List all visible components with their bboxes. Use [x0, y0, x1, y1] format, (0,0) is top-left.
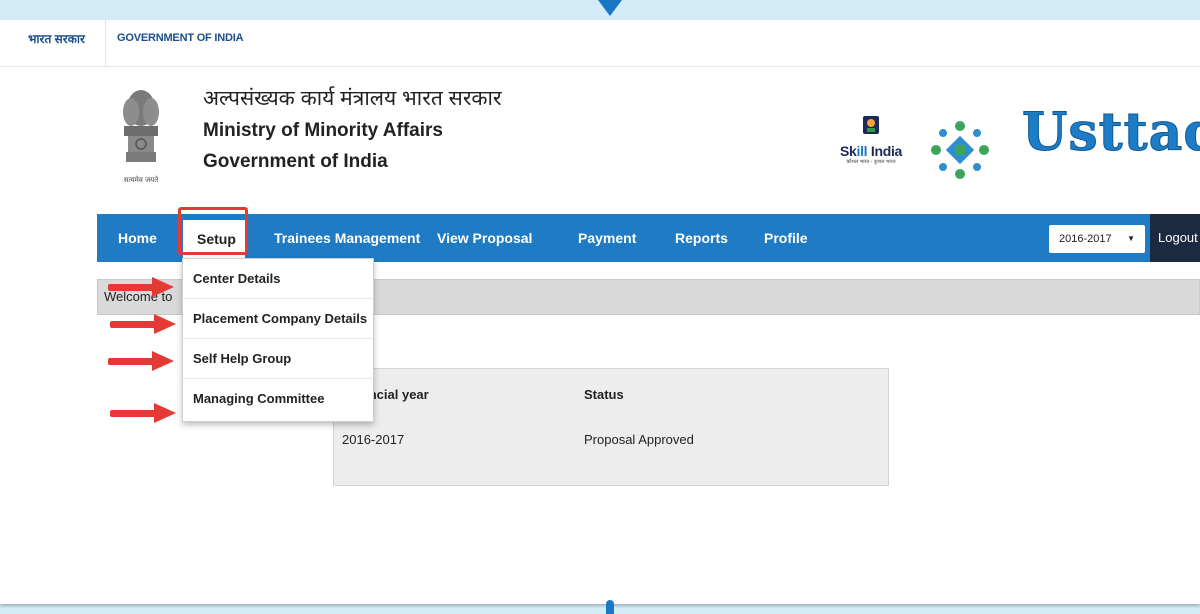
ministry-english-title: Ministry of Minority Affairs [203, 120, 443, 141]
skill-india-india: India [867, 143, 903, 159]
usttad-brand: Usttad [1022, 102, 1200, 164]
skill-india-logo: Skill India कौशल भारत - कुशल भारत [838, 114, 904, 178]
logout-button[interactable]: Logout [1150, 214, 1200, 262]
chevron-down-icon: ▼ [1127, 234, 1135, 243]
column-header-status: Status [584, 387, 624, 402]
gov-bar-divider [105, 20, 106, 66]
top-marker [598, 0, 622, 16]
gov-english-link[interactable]: GOVERNMENT OF INDIA [117, 32, 244, 44]
skill-india-wordmark: Skill India [838, 143, 904, 159]
financial-year-value: 2016-2017 [1059, 233, 1112, 245]
government-subtitle: Government of India [203, 151, 388, 172]
menu-item-managing-committee[interactable]: Managing Committee [183, 379, 373, 419]
bottom-marker [606, 600, 614, 614]
nav-trainees-management[interactable]: Trainees Management [274, 214, 420, 262]
ministry-hindi-title: अल्पसंख्यक कार्य मंत्रालय भारत सरकार [203, 87, 502, 110]
browser-page: भारत सरकार GOVERNMENT OF INDIA सत्यमेव ज… [0, 20, 1200, 604]
skill-india-logo-icon [863, 116, 879, 134]
proposal-status-table: Financial year Status 2016-2017 Proposal… [333, 368, 889, 486]
usttad-mark-icon [931, 121, 989, 179]
menu-item-placement-company-details[interactable]: Placement Company Details [183, 299, 373, 339]
skill-india-tagline: कौशल भारत - कुशल भारत [846, 159, 896, 165]
emblem-caption: सत्यमेव जयते [124, 175, 159, 184]
nav-home[interactable]: Home [118, 214, 157, 262]
gov-hindi-link[interactable]: भारत सरकार [28, 30, 85, 47]
nav-payment[interactable]: Payment [578, 214, 636, 262]
table-cell-status: Proposal Approved [584, 432, 694, 447]
table-cell-year: 2016-2017 [342, 432, 405, 447]
menu-item-center-details[interactable]: Center Details [183, 259, 373, 299]
financial-year-select[interactable]: 2016-2017 ▼ [1049, 225, 1145, 253]
skill-india-ill: ill [856, 143, 868, 159]
setup-highlight [178, 207, 248, 255]
nav-reports[interactable]: Reports [675, 214, 728, 262]
ashoka-emblem-icon: सत्यमेव जयते [123, 90, 159, 184]
nav-view-proposal[interactable]: View Proposal [437, 214, 532, 262]
skill-india-sk: Sk [839, 143, 857, 159]
government-bar: भारत सरकार GOVERNMENT OF INDIA [0, 20, 1200, 67]
red-arrow-icon [108, 351, 174, 371]
red-arrow-icon [108, 277, 174, 297]
setup-dropdown-menu: Center Details Placement Company Details… [182, 258, 374, 422]
menu-item-self-help-group[interactable]: Self Help Group [183, 339, 373, 379]
red-arrow-icon [110, 314, 176, 334]
red-arrow-icon [110, 403, 176, 423]
nav-profile[interactable]: Profile [764, 214, 808, 262]
main-nav: Home Setup Trainees Management View Prop… [97, 214, 1200, 262]
